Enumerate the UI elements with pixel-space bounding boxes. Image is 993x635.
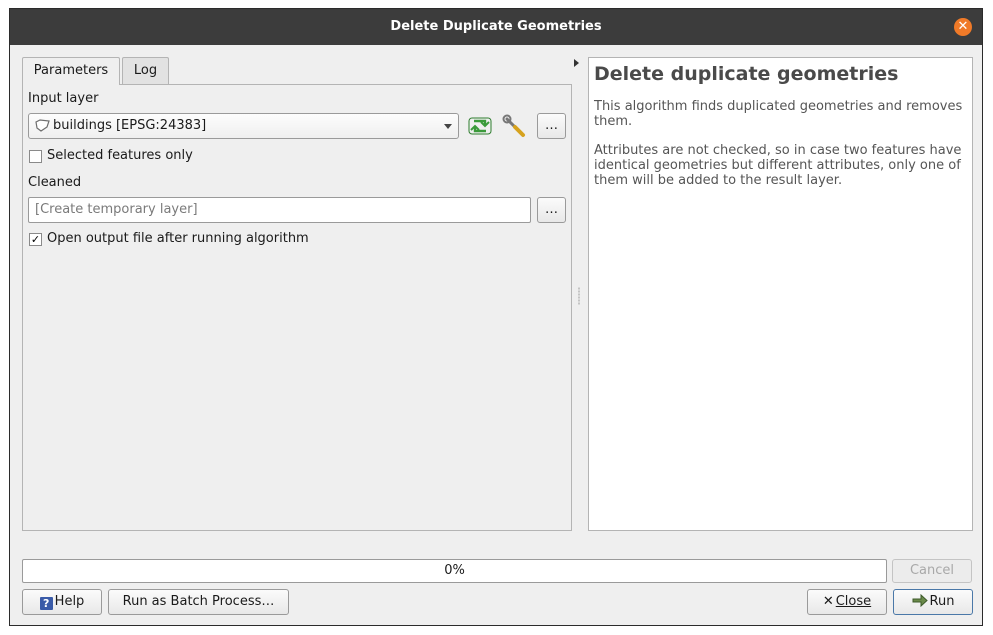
splitter-handle[interactable] xyxy=(578,287,580,305)
help-button-label: Help xyxy=(54,594,85,609)
run-button-label: Run xyxy=(929,594,955,609)
cleaned-output-field[interactable]: [Create temporary layer] xyxy=(28,197,531,223)
close-icon: ✕ xyxy=(822,594,834,609)
help-icon: ? xyxy=(39,597,53,610)
polygon-layer-icon xyxy=(35,119,51,137)
selected-features-checkbox[interactable] xyxy=(29,150,42,163)
close-button[interactable]: ✕ Close xyxy=(807,589,887,615)
cleaned-browse-button[interactable]: … xyxy=(537,197,566,223)
selected-features-label: Selected features only xyxy=(47,148,193,163)
help-title: Delete duplicate geometries xyxy=(594,63,899,85)
dialog-window: Delete Duplicate Geometries ✕ Parameters… xyxy=(9,8,983,626)
tab-parameters[interactable]: Parameters xyxy=(22,57,120,85)
help-paragraph-1: This algorithm finds duplicated geometri… xyxy=(594,99,963,129)
close-icon[interactable]: ✕ xyxy=(954,18,972,36)
cleaned-label: Cleaned xyxy=(28,175,82,190)
title-bar[interactable]: Delete Duplicate Geometries ✕ xyxy=(10,9,982,45)
iterate-icon[interactable] xyxy=(467,114,493,138)
input-layer-label: Input layer xyxy=(28,91,99,106)
collapse-help-arrow-icon[interactable] xyxy=(574,59,579,67)
input-layer-options-button[interactable]: … xyxy=(537,113,566,139)
cancel-button[interactable]: Cancel xyxy=(892,559,972,583)
chevron-down-icon xyxy=(444,124,452,129)
run-icon xyxy=(912,592,928,616)
wrench-icon[interactable] xyxy=(502,113,528,139)
progress-text: 0% xyxy=(444,563,465,578)
progress-bar: 0% xyxy=(22,559,887,583)
help-button[interactable]: ? Help xyxy=(22,589,102,615)
run-button[interactable]: Run xyxy=(893,589,973,615)
window-title: Delete Duplicate Geometries xyxy=(390,19,602,34)
input-layer-value: buildings [EPSG:24383] xyxy=(53,118,207,133)
parameters-panel: Input layer buildings [EPSG:24383] … Sel… xyxy=(22,84,572,531)
open-output-checkbox[interactable]: ✓ xyxy=(29,233,42,246)
help-paragraph-2: Attributes are not checked, so in case t… xyxy=(594,143,962,188)
open-output-label: Open output file after running algorithm xyxy=(47,231,309,246)
input-layer-combobox[interactable]: buildings [EPSG:24383] xyxy=(28,113,459,139)
run-batch-button[interactable]: Run as Batch Process… xyxy=(108,589,289,615)
close-button-label: Close xyxy=(835,594,872,609)
help-panel: Delete duplicate geometries This algorit… xyxy=(588,57,973,531)
tab-log[interactable]: Log xyxy=(122,57,169,84)
